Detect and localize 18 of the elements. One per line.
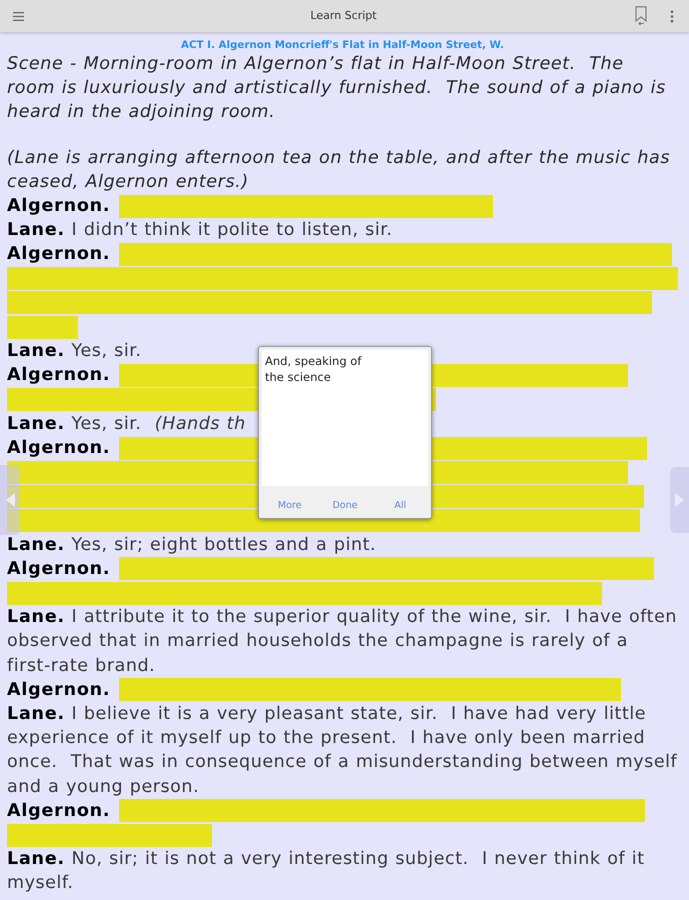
dialogue-line: Lane. I believe it is a very pleasant state, sir. I have had very little experience of it myself up to the present. I have only been married once. That was in consequence of a misunderstanding between myself and a young person. xyxy=(7,703,678,799)
dialogue-line: Lane. No, sir; it is not a very interesting subject. I never think of it myself. xyxy=(7,848,646,896)
speaker-name: Algernon. xyxy=(7,195,110,218)
dialogue-line: Lane. Yes, sir; eight bottles and a pint. xyxy=(7,534,376,557)
speaker-name: Algernon. xyxy=(7,243,110,266)
dialogue-line: Lane. I attribute it to the superior quality of the wine, sir. I have often observed that in married households the champagne is rarely of a first-rate brand. xyxy=(7,606,678,678)
speaker-name: Algernon. xyxy=(7,558,110,581)
dialogue-line: Lane. I didn’t think it polite to listen, sir. xyxy=(7,219,392,242)
stage-direction: (Lane is arranging afternoon tea on the table, and after the music has ceased, Algernon enters.) xyxy=(7,146,672,194)
app-title: Learn Script xyxy=(310,9,377,23)
speaker-name: Algernon. xyxy=(7,800,110,823)
speaker-name: Algernon. xyxy=(7,364,110,388)
speaker-name: Algernon. xyxy=(7,436,110,460)
stage-direction: Scene - Morning-room in Algernon’s flat in Half-Moon Street. The room is luxuriously and artistically furnished. The sound of a piano is heard in the adjoining room. xyxy=(7,53,667,124)
speaker-name: Algernon. xyxy=(7,678,110,702)
dialogue-line: Lane. Yes, sir. xyxy=(7,340,142,364)
dialogue-line: Lane. Yes, sir. (Hands th xyxy=(7,412,246,436)
act-heading: ACT I. Algernon Moncrieff's Flat in Half-Moon Street, W. xyxy=(181,38,504,52)
